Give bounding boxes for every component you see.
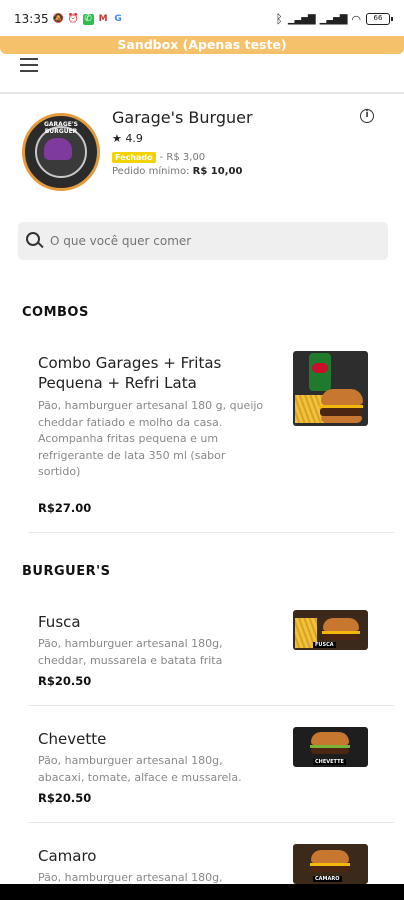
section-title-combos: COMBOS: [22, 305, 89, 320]
top-bar: [0, 54, 404, 94]
item-image-label: CHEVETTE: [313, 759, 346, 765]
store-rating: ★ 4.9: [112, 132, 143, 145]
minimum-order-value: R$ 10,00: [192, 166, 243, 177]
minimum-order-label: Pedido mínimo:: [112, 166, 190, 177]
item-name: Combo Garages + Fritas Pequena + Refri L…: [38, 354, 222, 392]
item-description: Pão, hamburguer artesanal 180 g, queijo …: [38, 399, 264, 478]
menu-item-chevette[interactable]: Chevette Pão, hamburguer artesanal 180g,…: [28, 715, 394, 823]
wifi-icon: ◠: [351, 12, 361, 26]
item-price: R$27.00: [38, 501, 92, 515]
battery-icon: 66: [366, 13, 393, 25]
menu-item-fusca[interactable]: Fusca Pão, hamburguer artesanal 180g, ch…: [28, 598, 394, 706]
item-image: FUSCA: [293, 610, 368, 650]
signal-icon-2: ▁▃▅▇: [319, 13, 348, 25]
section-title-burgers: BURGUER'S: [22, 564, 111, 579]
item-image-label: CAMARO: [313, 876, 342, 882]
store-logo-text: GARAGE'S BURGUER: [43, 121, 78, 135]
item-price: R$20.50: [38, 674, 92, 688]
search-bar[interactable]: [18, 222, 388, 260]
menu-item-camaro[interactable]: Camaro Pão, hamburguer artesanal 180g, C…: [28, 832, 394, 892]
item-description: Pão, hamburguer artesanal 180g, cheddar,…: [38, 637, 223, 667]
status-time: 13:35: [14, 12, 49, 26]
search-icon: [26, 232, 44, 250]
star-icon: ★: [112, 132, 122, 145]
sandbox-banner: Sandbox (Apenas teste): [0, 36, 404, 54]
store-header: GARAGE'S BURGUER Garage's Burguer i ★ 4.…: [0, 106, 404, 206]
search-input[interactable]: [50, 234, 350, 248]
item-image: CAMARO: [293, 844, 368, 884]
item-name: Fusca: [38, 613, 81, 631]
mute-notification-icon: 🔕: [52, 13, 64, 24]
store-name: Garage's Burguer: [112, 108, 253, 127]
item-image-label: FUSCA: [313, 642, 336, 648]
status-badge: Fechado: [112, 152, 156, 163]
gmail-icon: M: [98, 13, 108, 24]
store-logo: GARAGE'S BURGUER: [22, 113, 100, 191]
item-image: CHEVETTE: [293, 727, 368, 767]
rating-value: 4.9: [125, 132, 143, 145]
menu-item-combo[interactable]: Combo Garages + Fritas Pequena + Refri L…: [28, 340, 394, 533]
item-image: [293, 351, 368, 426]
delivery-fee: - R$ 3,00: [159, 152, 206, 163]
signal-icon: ▁▃▅▇: [287, 13, 316, 25]
minimum-order: Pedido mínimo: R$ 10,00: [112, 166, 242, 177]
item-description: Pão, hamburguer artesanal 180g, abacaxi,…: [38, 754, 242, 784]
item-name: Chevette: [38, 730, 107, 748]
item-name: Camaro: [38, 847, 97, 865]
google-icon: G: [114, 13, 122, 24]
status-bar: 13:35 🔕 ⏰ ✆ M G ᛒ ▁▃▅▇ ▁▃▅▇ ◠ 66: [0, 0, 404, 38]
bluetooth-icon: ᛒ: [275, 12, 283, 26]
whatsapp-icon: ✆: [82, 13, 94, 25]
info-icon[interactable]: i: [360, 109, 374, 123]
system-navigation-bar: [0, 884, 404, 900]
burger-logo-icon: [44, 138, 72, 160]
alarm-icon: ⏰: [67, 13, 79, 24]
store-status-line: Fechado - R$ 3,00: [112, 152, 205, 163]
menu-icon[interactable]: [20, 58, 40, 72]
item-price: R$20.50: [38, 791, 92, 805]
